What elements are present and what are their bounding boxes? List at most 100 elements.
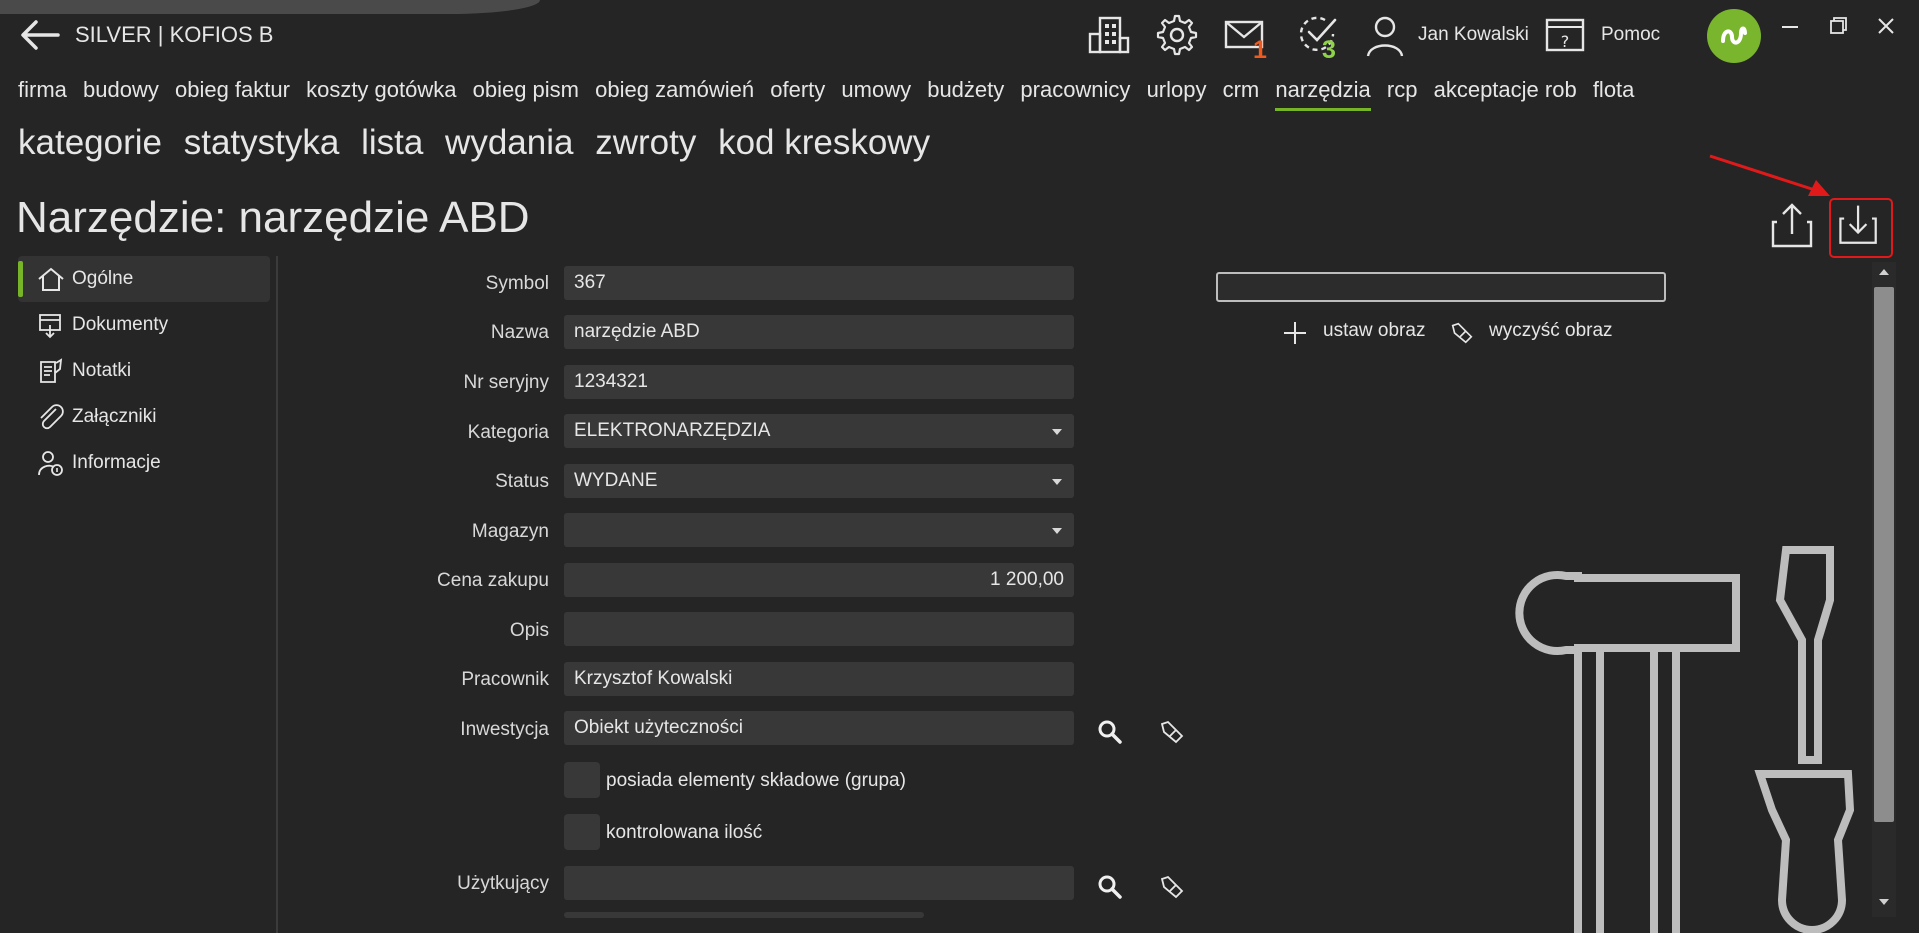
sidebar-item-informacje[interactable]: Informacje [18,440,270,486]
chevron-down-icon [1052,479,1062,485]
opis-field[interactable] [564,612,1074,646]
opis-label: Opis [509,620,549,641]
cena-zakupu-label: Cena zakupu [437,570,549,591]
inwestycja-field[interactable]: Obiekt użyteczności [564,711,1074,745]
export-button[interactable] [1763,198,1823,254]
minimize-icon[interactable] [1770,8,1810,44]
ilosc-checkbox-label: kontrolowana ilość [606,822,763,843]
clear-image-button[interactable]: wyczyść obraz [1489,320,1613,342]
kategoria-label: Kategoria [467,422,549,443]
import-button[interactable] [1829,198,1893,258]
cena-zakupu-field[interactable]: 1 200,00 [564,563,1074,597]
subnav-wydania[interactable]: wydania [445,123,573,162]
nazwa-field[interactable]: narzędzie ABD [564,315,1074,349]
sidebar-item-ogolne[interactable]: Ogólne [18,256,270,302]
app-title: SILVER | KOFIOS B [75,22,274,47]
uzytkujacy-field[interactable] [564,866,1074,900]
sidebar-item-notatki[interactable]: Notatki [18,348,270,394]
grupa-checkbox[interactable] [564,762,600,798]
scroll-down-icon[interactable] [1876,896,1892,908]
status-label: Status [495,471,549,492]
sidebar-item-label: Dokumenty [72,314,169,335]
detail-sidebar: Ogólne Dokumenty Notatki Załączniki Info… [18,256,270,486]
inwestycja-label: Inwestycja [460,719,549,740]
nav-firma[interactable]: firma [18,77,67,102]
subnav-kategorie[interactable]: kategorie [18,123,162,162]
sidebar-item-dokumenty[interactable]: Dokumenty [18,302,270,348]
sidebar-item-label: Informacje [72,452,161,473]
home-icon [38,267,64,291]
user-name[interactable]: Jan Kowalski [1418,24,1529,46]
sidebar-item-label: Ogólne [72,268,134,289]
nav-koszty-gotowka[interactable]: koszty gotówka [306,77,456,102]
subnav-statystyka[interactable]: statystyka [184,123,340,162]
nav-urlopy[interactable]: urlopy [1147,77,1207,102]
nav-rcp[interactable]: rcp [1387,77,1418,102]
kategoria-select[interactable]: ELEKTRONARZĘDZIA [564,414,1074,448]
subnav-lista[interactable]: lista [361,123,423,162]
symbol-field[interactable]: 367 [564,266,1074,300]
nav-obieg-zamowien[interactable]: obieg zamówień [595,77,754,102]
upload-icon [1771,203,1813,248]
nav-obieg-faktur[interactable]: obieg faktur [175,77,290,102]
documents-icon [39,314,61,339]
nav-budzety[interactable]: budżety [927,77,1004,102]
app-logo [1707,9,1761,63]
nav-akceptacje-rob[interactable]: akceptacje rob [1434,77,1577,102]
plus-icon[interactable] [1282,320,1308,346]
magazyn-select[interactable] [564,513,1074,547]
search-icon[interactable] [1096,718,1124,746]
status-select[interactable]: WYDANE [564,464,1074,498]
building-icon[interactable] [1086,12,1132,58]
close-icon[interactable] [1866,8,1906,44]
logo-mark-icon [1721,26,1747,45]
user-icon[interactable] [1362,12,1408,58]
nav-flota[interactable]: flota [1593,77,1635,102]
notes-icon [40,358,63,383]
eraser-icon[interactable] [1449,320,1475,346]
symbol-label: Symbol [485,273,549,294]
mail-count-badge: 1 [1253,36,1267,64]
tasks-count-badge: 3 [1322,36,1336,64]
nr-seryjny-field[interactable]: 1234321 [564,365,1074,399]
nav-narzedzia[interactable]: narzędzia [1275,77,1371,111]
magazyn-label: Magazyn [471,521,549,542]
sidebar-item-zalaczniki[interactable]: Załączniki [18,394,270,440]
restore-icon[interactable] [1818,8,1858,44]
help-icon[interactable]: ? [1543,12,1589,58]
nav-umowy[interactable]: umowy [841,77,911,102]
back-arrow-icon[interactable] [18,16,62,54]
search-icon[interactable] [1096,873,1124,901]
window-top-accent [0,0,540,14]
nazwa-label: Nazwa [490,322,549,343]
sidebar-divider [276,256,278,933]
sidebar-item-label: Notatki [72,360,132,381]
page-title: Narzędzie: narzędzie ABD [16,193,530,242]
nr-seryjny-label: Nr seryjny [463,372,549,393]
nav-budowy[interactable]: budowy [83,77,159,102]
main-nav: firma budowy obieg faktur koszty gotówka… [18,77,1644,111]
set-image-button[interactable]: ustaw obraz [1323,320,1425,342]
help-label[interactable]: Pomoc [1601,24,1660,46]
eraser-icon[interactable] [1158,873,1186,901]
gear-icon[interactable] [1154,12,1200,58]
image-path-field[interactable] [1216,272,1666,302]
scrollbar-thumb[interactable] [1874,287,1894,822]
nav-oferty[interactable]: oferty [770,77,825,102]
subnav-zwroty[interactable]: zwroty [595,123,696,162]
paperclip-icon [40,404,64,430]
eraser-icon[interactable] [1158,718,1186,746]
download-icon [1839,205,1877,244]
uzytkujacy-label: Użytkujący [457,873,549,894]
scroll-up-icon[interactable] [1876,266,1892,278]
pracownik-field[interactable]: Krzysztof Kowalski [564,662,1074,696]
ilosc-checkbox[interactable] [564,814,600,850]
grupa-checkbox-label: posiada elementy składowe (grupa) [606,770,906,791]
nav-crm[interactable]: crm [1223,77,1260,102]
svg-text:?: ? [1561,32,1570,51]
tools-illustration-icon [1515,546,1855,933]
sub-nav: kategorie statystyka lista wydania zwrot… [18,123,942,163]
nav-obieg-pism[interactable]: obieg pism [473,77,579,102]
nav-pracownicy[interactable]: pracownicy [1020,77,1130,102]
subnav-kod-kreskowy[interactable]: kod kreskowy [718,123,930,162]
